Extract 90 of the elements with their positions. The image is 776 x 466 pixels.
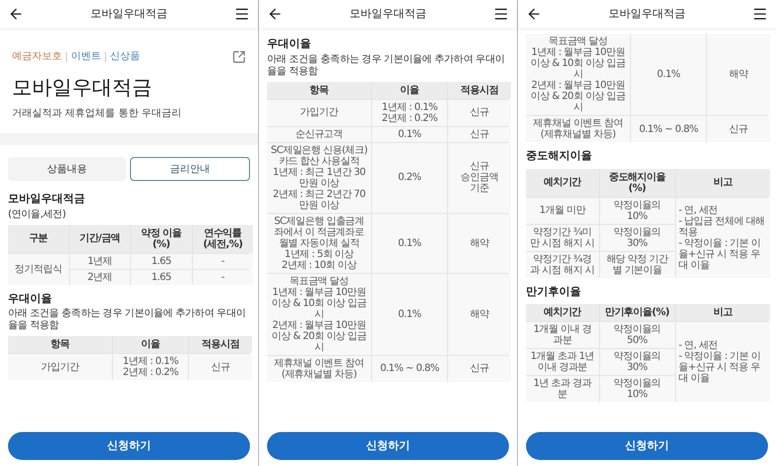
- section-text: (연이율,세전): [8, 208, 67, 220]
- table-cell: -: [192, 254, 253, 268]
- table-cell: 약정이율의 30%: [600, 349, 675, 375]
- tag: 이벤트: [66, 52, 105, 62]
- table-cell: 0.1%: [372, 274, 448, 354]
- column-header: 이율: [113, 336, 188, 353]
- table-cell: - 연, 세전 - 약정이율 : 기본 이율+신규 시 적용 우대 이율: [676, 322, 770, 402]
- table-cell: 제휴채널 이벤트 참여 (제휴채널별 차등): [267, 356, 372, 382]
- table-cell: 1년제 : 0.1% 2년제 : 0.2%: [113, 354, 188, 380]
- apply-button[interactable]: 신청하기: [8, 432, 250, 460]
- table-cell: 0.1% ~ 0.8%: [631, 116, 706, 142]
- table-cell: 약정이율의 50%: [600, 322, 675, 348]
- back-arrow-icon[interactable]: [267, 6, 283, 22]
- table-cell: SC제일은행 입출금계좌에서 이 적금계좌로 월별 자동이체 실적 1년제 : 5회 이상 2년제 : 10회 이상: [267, 214, 372, 272]
- table-cell: 1개월 이내 경과분: [526, 322, 599, 348]
- section-heading: 만기후이율: [526, 284, 582, 300]
- table-cell: 정기적립식: [8, 254, 68, 284]
- table-cell: 제휴채널 이벤트 참여 (제휴채널별 차등): [526, 116, 630, 142]
- product-subtitle: 거래실적과 제휴업체를 통한 우대금리: [12, 107, 183, 121]
- column-header: 중도해지이율(%): [600, 168, 675, 196]
- product-title: 모바일우대적금: [12, 74, 153, 101]
- screen-title: 모바일우대적금: [608, 6, 686, 22]
- table-cell: 1.65: [131, 254, 192, 268]
- section-heading: 중도해지이율: [526, 148, 593, 164]
- column-header: 항목: [8, 336, 112, 353]
- table-cell: 약정이율의 30%: [600, 224, 675, 250]
- table-cell: 신규: [707, 116, 770, 142]
- column-header: 예치기간: [526, 168, 599, 196]
- table-cell: 1년제: [70, 254, 130, 268]
- table-cell: 해당 약정 기간별 기본이율: [600, 252, 675, 278]
- table-cell: 목표금액 달성 1년제 : 월부금 10만원 이상 & 10회 이상 입금 시 2년제 : 월부금 10만원 이상 & 20회 이상 입금 시: [267, 274, 372, 354]
- section-text: 아래 조건을 충족하는 경우 기본이율에 추가하여 우대이율을 적용함: [8, 308, 246, 332]
- table-cell: 신규: [448, 356, 511, 382]
- table-cell: 약정이율의 10%: [600, 376, 675, 402]
- table-cell: SC제일은행 신용(체크)카드 합산 사용실적 1년제 : 최근 1년간 30만원 이상 2년제 : 최근 2년간 70만원 이상: [267, 142, 372, 212]
- column-header: 연수익률 (세전,%): [192, 224, 253, 252]
- table-cell: 0.1% ~ 0.8%: [372, 356, 448, 382]
- table-cell: 해약: [448, 214, 511, 272]
- tag: 예금자보호: [12, 52, 66, 62]
- table-cell: 1.65: [131, 270, 192, 284]
- menu-icon[interactable]: [234, 6, 250, 22]
- table-cell: 0.1%: [631, 34, 706, 115]
- column-header: 적용시점: [189, 336, 252, 353]
- screen-title: 모바일우대적금: [90, 6, 168, 22]
- table-cell: 1개월 초과 1년 이내 경과분: [526, 349, 599, 375]
- table-cell: -: [192, 270, 253, 284]
- column-header: 이율: [372, 82, 448, 98]
- table-cell: 0.1%: [372, 126, 448, 142]
- column-header: 약정 이율 (%): [131, 224, 192, 252]
- table-cell: 2년제: [70, 270, 130, 284]
- apply-button[interactable]: 신청하기: [526, 432, 768, 460]
- column-header: 비고: [676, 304, 770, 321]
- section-heading: 모바일우대적금: [8, 191, 86, 207]
- section-text: 아래 조건을 충족하는 경우 기본이율에 추가하여 우대이율을 적용함: [267, 54, 506, 78]
- table-cell: 1년 초과 경과분: [526, 376, 599, 402]
- table-cell: 0.1%: [372, 214, 448, 272]
- table-cell: 약정이율의 10%: [600, 198, 675, 224]
- table-cell: 순신규고객: [267, 126, 372, 142]
- external-link-icon[interactable]: [232, 50, 246, 64]
- table-cell: - 연, 세전 - 납입금 전체에 대해 적용 - 약정이율 : 기본 이율+신규 시 적용 우대 이율: [676, 198, 770, 278]
- section-heading: 우대이율: [267, 36, 312, 52]
- column-header: 항목: [267, 82, 372, 98]
- column-header: 구분: [8, 224, 68, 252]
- table-cell: 0.2%: [372, 142, 448, 212]
- column-header: 비고: [676, 168, 770, 196]
- table-cell: 신규: [448, 126, 511, 142]
- tag: 신상품: [105, 52, 144, 62]
- section-heading: 우대이율: [8, 290, 53, 306]
- table-cell: 신규: [189, 354, 252, 380]
- table-cell: 해약: [448, 274, 511, 354]
- table-cell: 1개월 미만: [526, 198, 599, 224]
- table-cell: 약정기간 ¾경과 시점 해지 시: [526, 252, 599, 278]
- column-header: 만기후이율(%): [600, 304, 675, 321]
- table-cell: 신규: [448, 100, 511, 126]
- screen-title: 모바일우대적금: [348, 6, 428, 22]
- tab[interactable]: 상품내용: [8, 157, 126, 181]
- table-cell: 가입기간: [267, 100, 372, 126]
- table-cell: 해약: [707, 34, 770, 115]
- menu-icon[interactable]: [493, 6, 509, 22]
- table-cell: 1년제 : 0.1% 2년제 : 0.2%: [372, 100, 448, 126]
- column-header: 예치기간: [526, 304, 599, 321]
- table-cell: 약정기간 ¾미만 시점 해지 시: [526, 224, 599, 250]
- table-cell: 신규 승인금액 기준: [448, 142, 511, 212]
- tab[interactable]: 금리안내: [130, 157, 250, 181]
- table-cell: 가입기간: [8, 354, 112, 380]
- table-cell: 목표금액 달성 1년제 : 월부금 10만원 이상 & 10회 이상 입금 시 2년제 : 월부금 10만원 이상 & 20회 이상 입금 시: [526, 34, 630, 115]
- menu-icon[interactable]: [752, 6, 768, 22]
- apply-button[interactable]: 신청하기: [267, 432, 509, 460]
- column-header: 적용시점: [448, 82, 511, 98]
- column-header: 기간/금액: [70, 224, 130, 252]
